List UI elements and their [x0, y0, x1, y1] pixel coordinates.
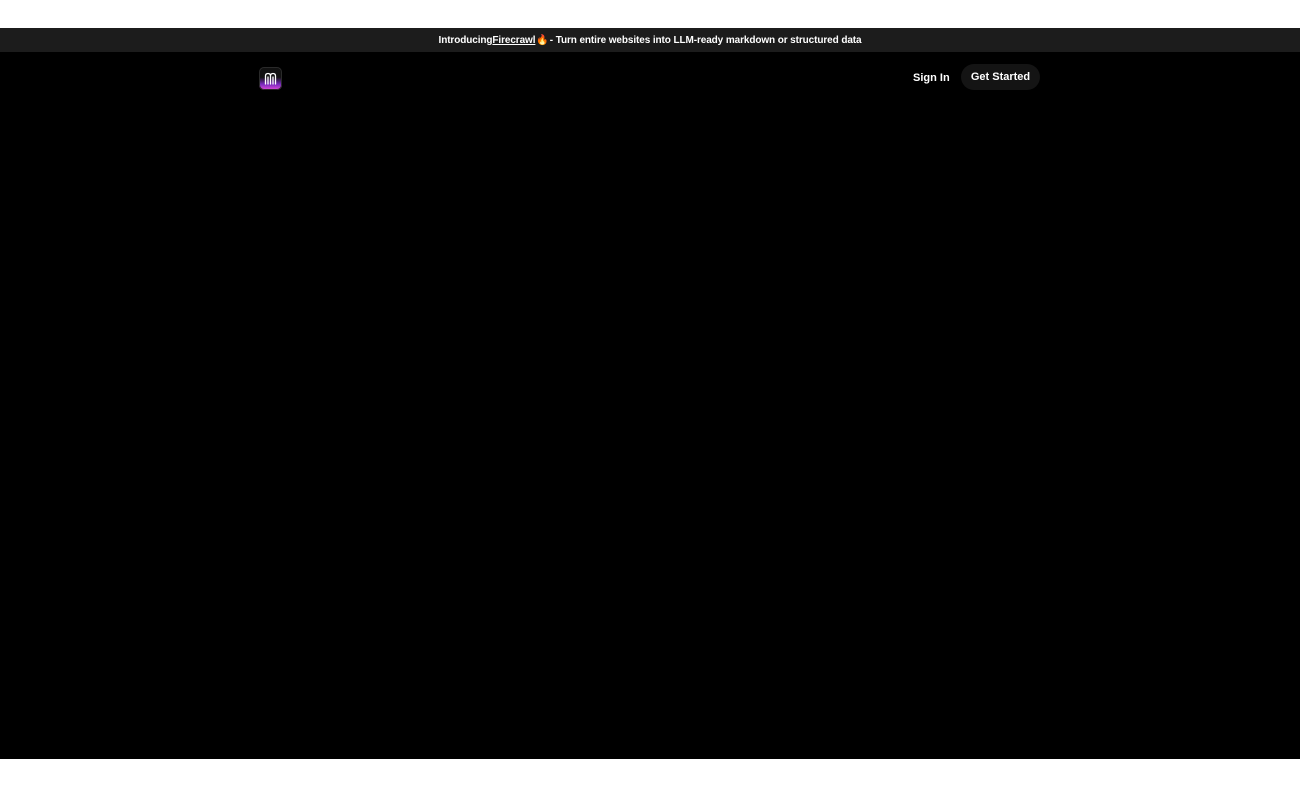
page-viewport: Introducing Firecrawl 🔥 - Turn entire we… — [0, 28, 1300, 759]
get-started-button[interactable]: Get Started — [961, 64, 1040, 90]
top-navigation: Sign In Get Started — [0, 52, 1300, 102]
fire-icon: 🔥 — [536, 34, 549, 46]
sign-in-button[interactable]: Sign In — [906, 65, 957, 91]
firecrawl-link[interactable]: Firecrawl — [492, 35, 535, 46]
announcement-suffix: - Turn entire websites into LLM-ready ma… — [549, 34, 862, 46]
announcement-bar: Introducing Firecrawl 🔥 - Turn entire we… — [0, 28, 1300, 52]
m-logo-glyph — [264, 72, 277, 85]
announcement-prefix: Introducing — [438, 34, 493, 46]
m-logo-icon[interactable] — [259, 67, 282, 90]
